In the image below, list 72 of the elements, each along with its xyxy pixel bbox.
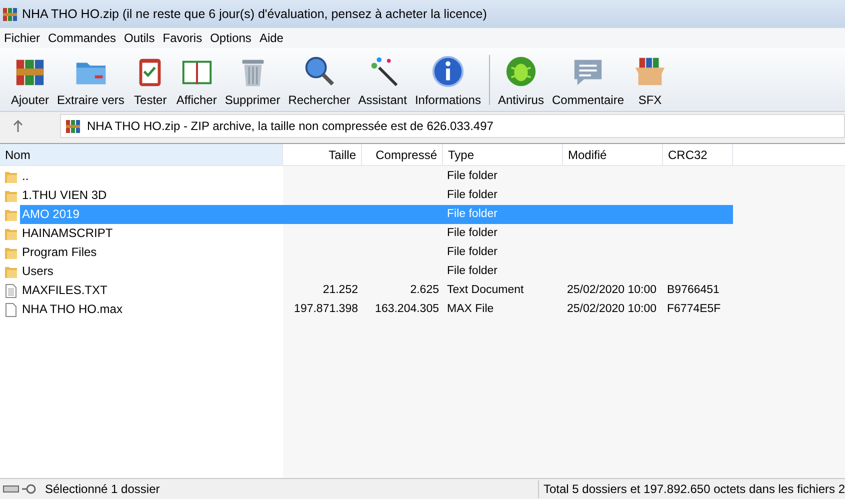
- toolbar-button[interactable]: Commentaire: [548, 50, 628, 108]
- menu-item[interactable]: Favoris: [158, 29, 206, 47]
- column-header[interactable]: Modifié: [563, 144, 663, 165]
- up-arrow-icon[interactable]: [12, 120, 24, 132]
- file-icon: [4, 302, 18, 316]
- menu-item[interactable]: Commandes: [44, 29, 120, 47]
- menu-item[interactable]: Options: [206, 29, 256, 47]
- table-cell: File folder: [447, 227, 498, 239]
- toolbar-button[interactable]: Ajouter: [7, 50, 54, 108]
- table-cell: 21.252: [322, 284, 358, 296]
- table-cell: F6774E5F: [667, 303, 721, 315]
- table-cell: Text Document: [447, 284, 524, 296]
- window-title: NHA THO HO.zip (il ne reste que 6 jour(s) d'évaluation, pensez à acheter la licence): [22, 6, 487, 23]
- file-row[interactable]: MAXFILES.TXT 21.252 2.625 Text Document 25/02/2020 10:00 B9766451: [0, 281, 733, 300]
- archive-icon: [65, 118, 81, 134]
- toolbar-button[interactable]: Supprimer: [220, 50, 284, 108]
- status-text: Sélectionné 1 dossier: [45, 481, 161, 498]
- toolbar-button[interactable]: Antivirus: [494, 50, 548, 108]
- info-icon: [430, 54, 466, 88]
- toolbar-button[interactable]: Tester: [128, 50, 172, 108]
- table-cell: 2.625: [410, 284, 439, 296]
- key-icon: [22, 484, 36, 494]
- table-cell: B9766451: [667, 284, 720, 296]
- toolbar-button[interactable]: Rechercher: [284, 50, 354, 108]
- column-header[interactable]: Taille: [283, 144, 362, 165]
- file-name: Users: [21, 263, 54, 280]
- file-name: NHA THO HO.max: [21, 301, 124, 318]
- address-field[interactable]: NHA THO HO.zip - ZIP archive, la taille non compressée est de 626.033.497: [60, 114, 845, 138]
- column-header[interactable]: CRC32: [663, 144, 733, 165]
- column-header[interactable]: Compressé: [362, 144, 443, 165]
- file-row[interactable]: HAINAMSCRIPT File folder: [0, 224, 733, 243]
- table-cell: File folder: [447, 265, 498, 277]
- table-cell: 197.871.398: [294, 303, 358, 315]
- folder-icon: [4, 188, 18, 202]
- folder-icon: [4, 264, 18, 278]
- menu-item[interactable]: Aide: [255, 29, 288, 47]
- archive-icon: [2, 6, 18, 22]
- file-row[interactable]: 1.THU VIEN 3D File folder: [0, 186, 733, 205]
- table-cell: 163.204.305: [375, 303, 439, 315]
- folder-icon: [4, 170, 18, 184]
- table-cell: File folder: [447, 170, 498, 182]
- file-name: HAINAMSCRIPT: [21, 225, 114, 242]
- toolbar-button[interactable]: Informations: [410, 50, 485, 108]
- file-name: Program Files: [21, 244, 98, 261]
- folder-icon: [4, 208, 18, 222]
- file-name: MAXFILES.TXT: [21, 282, 108, 299]
- table-cell: 25/02/2020 10:00: [567, 303, 657, 315]
- file-name: AMO 2019: [20, 205, 283, 224]
- menu-item[interactable]: Fichier: [0, 29, 44, 47]
- menu-item[interactable]: Outils: [120, 29, 159, 47]
- column-header[interactable]: Type: [443, 144, 563, 165]
- file-row[interactable]: Program Files File folder: [0, 243, 733, 262]
- toolbar-button[interactable]: Extraire vers: [53, 50, 128, 108]
- file-row[interactable]: Users File folder: [0, 262, 733, 281]
- column-header[interactable]: Nom: [0, 144, 283, 165]
- status-summary: Total 5 dossiers et 197.892.650 octets dans les fichiers 2: [538, 480, 845, 498]
- table-cell: File folder: [447, 246, 498, 258]
- file-name: ..: [21, 168, 30, 185]
- file-row[interactable]: .. File folder: [0, 167, 733, 186]
- drive-icon: [3, 484, 19, 494]
- toolbar-button[interactable]: Afficher: [172, 50, 221, 108]
- table-cell: File folder: [447, 189, 498, 201]
- file-name: 1.THU VIEN 3D: [21, 187, 108, 204]
- table-cell: File folder: [447, 208, 498, 220]
- toolbar-button[interactable]: SFX: [628, 50, 672, 108]
- folder-icon: [4, 246, 18, 260]
- file-row[interactable]: NHA THO HO.max 197.871.398 163.204.305 MAX File 25/02/2020 10:00 F6774E5F: [0, 300, 733, 319]
- table-cell: 25/02/2020 10:00: [567, 284, 657, 296]
- toolbar-button[interactable]: Assistant: [354, 50, 411, 108]
- folder-icon: [4, 226, 18, 240]
- text-file-icon: [4, 284, 18, 298]
- table-cell: MAX File: [447, 303, 494, 315]
